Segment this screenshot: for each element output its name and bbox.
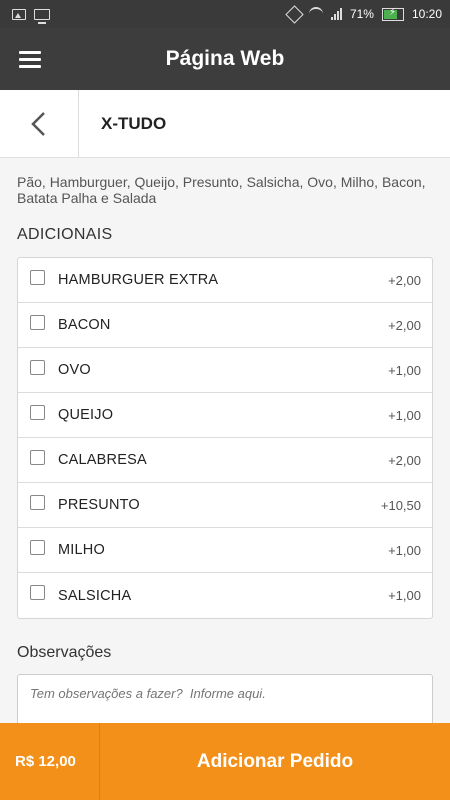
menu-icon[interactable] [0,28,60,90]
battery-icon: ⚡ [381,7,404,21]
checkbox[interactable] [30,539,45,555]
wifi-icon [308,7,323,21]
footer-bar: R$ 12,00 Adicionar Pedido [0,723,450,800]
item-label: SALSICHA [58,587,132,604]
add-order-button[interactable]: Adicionar Pedido [100,751,450,773]
item-price: +1,00 [388,407,421,423]
item-label: BACON [58,317,111,333]
item-content: Pão, Hamburguer, Queijo, Presunto, Salsi… [0,158,450,735]
checkbox[interactable] [30,449,45,465]
checkbox[interactable] [30,359,45,375]
observacoes-input[interactable] [17,674,433,730]
item-price: +2,00 [388,452,421,468]
back-button[interactable] [0,89,79,158]
item-price: +1,00 [388,588,421,603]
list-item[interactable]: CALABRESA +2,00 [18,438,432,483]
clock: 10:20 [411,7,442,21]
adicionais-title: ADICIONAIS [17,226,113,243]
rotate-icon [285,4,304,24]
status-bar: 71% ⚡ 10:20 [0,0,450,28]
item-price: +2,00 [388,272,421,288]
item-price: +10,50 [380,497,421,513]
item-label: OVO [58,362,91,378]
list-item[interactable]: HAMBURGUER EXTRA +2,00 [18,258,432,303]
item-price: +2,00 [388,317,421,333]
checkbox[interactable] [30,314,45,330]
signal-icon [330,8,342,20]
item-label: PRESUNTO [58,497,140,513]
checkbox[interactable] [30,585,45,600]
list-item[interactable]: OVO +1,00 [18,348,432,393]
page-title: Página Web [165,47,285,70]
item-description: Pão, Hamburguer, Queijo, Presunto, Salsi… [17,174,426,206]
checkbox[interactable] [30,494,45,510]
list-item[interactable]: PRESUNTO +10,50 [18,483,432,528]
image-icon [12,8,26,20]
observacoes-title: Observações [17,644,112,661]
item-label: QUEIJO [58,407,114,423]
total-price: R$ 12,00 [0,723,100,800]
app-bar: Página Web [0,28,450,90]
item-label: MILHO [58,542,105,558]
item-title: X-TUDO [101,113,167,133]
list-item[interactable]: MILHO +1,00 [18,528,432,573]
battery-percent: 71% [349,7,374,21]
monitor-icon [34,8,50,24]
adicionais-list: HAMBURGUER EXTRA +2,00 BACON +2,00 OVO +1,0… [17,257,433,619]
checkbox[interactable] [30,269,45,285]
item-label: HAMBURGUER EXTRA [58,272,219,288]
list-item[interactable]: QUEIJO +1,00 [18,393,432,438]
list-item[interactable]: SALSICHA +1,00 [18,573,432,618]
checkbox[interactable] [30,404,45,420]
list-item[interactable]: BACON +2,00 [18,303,432,348]
chevron-left-icon [31,111,45,136]
item-label: CALABRESA [58,452,147,468]
item-price: +1,00 [388,542,421,558]
item-price: +1,00 [388,362,421,378]
item-header: X-TUDO [0,89,450,158]
